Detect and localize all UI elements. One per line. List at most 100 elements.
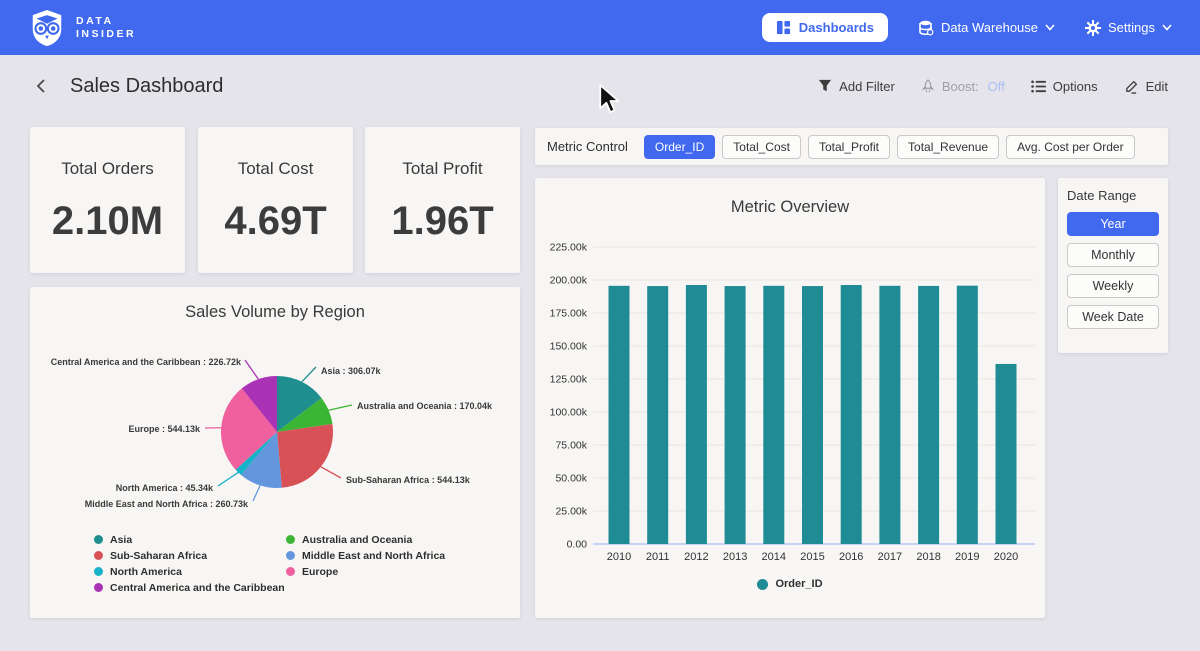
legend-dot bbox=[94, 567, 103, 576]
pie-legend-item: Asia bbox=[94, 533, 286, 546]
edit-button[interactable]: Edit bbox=[1124, 79, 1168, 94]
pie-leader-line bbox=[253, 485, 260, 501]
sales-volume-chart-card: Sales Volume by Region Asia : 306.07kAus… bbox=[30, 287, 520, 618]
legend-dot bbox=[286, 567, 295, 576]
metric-option-button[interactable]: Order_ID bbox=[644, 135, 715, 159]
pie-slice-label: Asia : 306.07k bbox=[321, 366, 382, 376]
y-tick-label: 75.00k bbox=[555, 440, 587, 452]
owl-logo-icon bbox=[28, 8, 66, 48]
legend-dot bbox=[757, 579, 768, 590]
bar-2012[interactable] bbox=[686, 285, 707, 544]
pie-slice-label: Europe : 544.13k bbox=[128, 424, 201, 434]
legend-dot bbox=[94, 551, 103, 560]
date-range-option-button[interactable]: Week Date bbox=[1067, 305, 1159, 329]
legend-dot bbox=[94, 535, 103, 544]
gear-icon bbox=[1085, 20, 1101, 36]
nav-dashboards-button[interactable]: Dashboards bbox=[762, 13, 888, 42]
metric-option-button[interactable]: Total_Cost bbox=[722, 135, 801, 159]
metric-option-button[interactable]: Total_Profit bbox=[808, 135, 890, 159]
boost-value: Off bbox=[988, 79, 1005, 94]
pie-legend-item: Middle East and North Africa bbox=[286, 549, 445, 562]
x-tick-label: 2013 bbox=[723, 551, 747, 563]
y-tick-label: 125.00k bbox=[550, 374, 588, 386]
metric-overview-chart-card: Metric Overview 0.0025.00k50.00k75.00k10… bbox=[535, 178, 1045, 618]
x-tick-label: 2010 bbox=[607, 551, 631, 563]
metric-option-button[interactable]: Total_Revenue bbox=[897, 135, 999, 159]
bar-2015[interactable] bbox=[802, 286, 823, 544]
y-tick-label: 175.00k bbox=[550, 308, 588, 320]
date-range-option-button[interactable]: Weekly bbox=[1067, 274, 1159, 298]
x-tick-label: 2015 bbox=[800, 551, 824, 563]
bar-2013[interactable] bbox=[725, 286, 746, 544]
back-button[interactable] bbox=[32, 76, 52, 96]
chevron-down-icon bbox=[1162, 24, 1172, 31]
metric-buttons: Order_ID Total_Cost Total_Profit Total_Reve… bbox=[644, 135, 1135, 159]
pencil-icon bbox=[1124, 79, 1139, 94]
nav-dashboards-label: Dashboards bbox=[799, 20, 874, 35]
bar-2014[interactable] bbox=[763, 286, 784, 544]
bar-2017[interactable] bbox=[879, 286, 900, 544]
add-filter-button[interactable]: Add Filter bbox=[818, 79, 895, 94]
date-range-option-button[interactable]: Year bbox=[1067, 212, 1159, 236]
legend-label: Australia and Oceania bbox=[302, 534, 412, 546]
x-tick-label: 2019 bbox=[955, 551, 979, 563]
pie-leader-line bbox=[329, 405, 352, 410]
x-tick-label: 2011 bbox=[646, 551, 670, 563]
pie-legend-item: Sub-Saharan Africa bbox=[94, 549, 286, 562]
bar-2010[interactable] bbox=[609, 286, 630, 544]
kpi-card: Total Orders2.10M bbox=[30, 127, 185, 273]
page: DATA INSIDER Dashboards D bbox=[0, 0, 1200, 651]
bar-2016[interactable] bbox=[841, 285, 862, 544]
x-tick-label: 2012 bbox=[684, 551, 708, 563]
nav-data-warehouse[interactable]: Data Warehouse bbox=[918, 20, 1055, 36]
database-icon bbox=[918, 20, 934, 36]
boost-toggle[interactable]: Boost: Off bbox=[921, 79, 1005, 94]
y-tick-label: 150.00k bbox=[550, 341, 588, 353]
options-button[interactable]: Options bbox=[1031, 79, 1098, 94]
pie-slice-label: Australia and Oceania : 170.04k bbox=[357, 401, 493, 411]
filter-icon bbox=[818, 79, 832, 93]
kpi-value: 4.69T bbox=[224, 199, 326, 244]
pie-slice-label: North America : 45.34k bbox=[116, 483, 214, 493]
legend-label: Middle East and North Africa bbox=[302, 550, 445, 562]
brand-logo[interactable]: DATA INSIDER bbox=[28, 8, 136, 48]
metric-control-bar: Metric Control Order_ID Total_Cost Total_P… bbox=[535, 128, 1168, 165]
kpi-label: Total Cost bbox=[238, 159, 314, 179]
x-tick-label: 2016 bbox=[839, 551, 863, 563]
top-navbar: DATA INSIDER Dashboards D bbox=[0, 0, 1200, 55]
pie-leader-line bbox=[321, 467, 341, 478]
nav-data-warehouse-label: Data Warehouse bbox=[941, 20, 1038, 35]
y-tick-label: 25.00k bbox=[555, 506, 587, 518]
x-tick-label: 2018 bbox=[916, 551, 940, 563]
bar-2019[interactable] bbox=[957, 286, 978, 544]
bar-2020[interactable] bbox=[996, 364, 1017, 544]
y-tick-label: 50.00k bbox=[555, 473, 587, 485]
pie-slice-2[interactable] bbox=[277, 424, 333, 488]
metric-control-label: Metric Control bbox=[547, 139, 628, 154]
back-chevron-icon bbox=[32, 76, 52, 96]
y-tick-label: 100.00k bbox=[550, 407, 588, 419]
brand-name: DATA INSIDER bbox=[76, 15, 136, 41]
dashboard-grid-icon bbox=[776, 20, 791, 35]
metric-option-button[interactable]: Avg. Cost per Order bbox=[1006, 135, 1135, 159]
kpi-value: 1.96T bbox=[391, 199, 493, 244]
date-range-label: Date Range bbox=[1067, 188, 1159, 203]
rocket-icon bbox=[921, 79, 935, 94]
kpi-label: Total Profit bbox=[402, 159, 482, 179]
bar-2018[interactable] bbox=[918, 286, 939, 544]
kpi-card: Total Cost 4.69T bbox=[198, 127, 353, 273]
legend-label: Central America and the Caribbean bbox=[110, 582, 285, 594]
y-tick-label: 200.00k bbox=[550, 275, 588, 287]
y-tick-label: 0.00 bbox=[567, 539, 588, 551]
legend-dot bbox=[286, 535, 295, 544]
legend-label: Europe bbox=[302, 566, 338, 578]
chevron-down-icon bbox=[1045, 24, 1055, 31]
date-range-option-button[interactable]: Monthly bbox=[1067, 243, 1159, 267]
bar-2011[interactable] bbox=[647, 286, 668, 544]
pie-legend-item: Europe bbox=[286, 565, 445, 578]
nav-settings[interactable]: Settings bbox=[1085, 20, 1172, 36]
page-title: Sales Dashboard bbox=[70, 75, 223, 98]
x-tick-label: 2014 bbox=[762, 551, 786, 563]
kpi-card: Total Profit 1.96T bbox=[365, 127, 520, 273]
date-range-panel: Date Range Year Monthly Weekly Week Date bbox=[1058, 178, 1168, 353]
